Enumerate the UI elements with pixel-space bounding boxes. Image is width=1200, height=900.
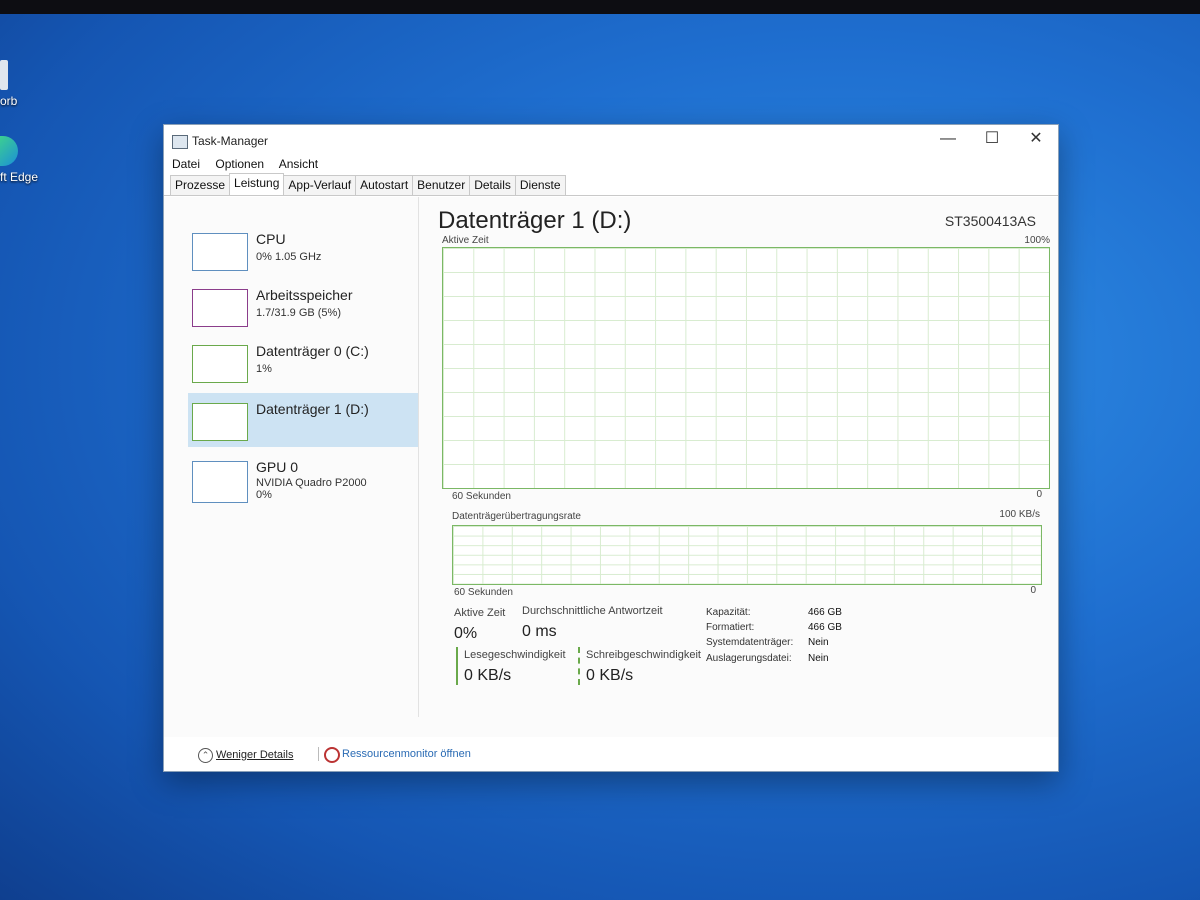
disk-detail-view: Datenträger 1 (D:) ST3500413AS Aktive Ze… [436, 197, 1056, 737]
tab-leistung[interactable]: Leistung [229, 173, 285, 195]
tab-strip: Prozesse Leistung App-Verlauf Autostart … [164, 173, 1058, 196]
graph2-time: 60 Sekunden [454, 587, 513, 598]
memory-thumbnail-graph [192, 289, 248, 327]
property-value: 466 GB [808, 622, 842, 633]
desktop-icon-label: orb [0, 94, 18, 108]
sidebar-item-disk-0[interactable]: Datenträger 0 (C:) 1% [188, 341, 418, 393]
sidebar-item-name: Datenträger 0 (C:) [256, 343, 369, 359]
recycle-bin-icon [0, 60, 8, 90]
sidebar-item-detail: 1.7/31.9 GB (5%) [256, 307, 341, 319]
chevron-up-icon: ⌃ [198, 748, 213, 763]
sidebar-item-cpu[interactable]: CPU 0% 1.05 GHz [188, 229, 418, 281]
menu-optionen[interactable]: Optionen [215, 157, 264, 171]
menu-ansicht[interactable]: Ansicht [279, 157, 318, 171]
graph2-max: 100 KB/s [999, 509, 1040, 520]
transfer-rate-graph [452, 525, 1042, 585]
tab-benutzer[interactable]: Benutzer [412, 175, 471, 195]
disk-1-thumbnail-graph [192, 403, 248, 441]
read-speed-value: 0 KB/s [464, 667, 512, 684]
property-key: Auslagerungsdatei: [706, 653, 792, 664]
sidebar-item-disk-1[interactable]: Datenträger 1 (D:) [188, 393, 418, 447]
title-bar[interactable]: Task-Manager — ☐ ✕ [164, 125, 1058, 157]
read-speed-indicator [456, 647, 458, 685]
tab-dienste[interactable]: Dienste [514, 175, 566, 195]
tab-autostart[interactable]: Autostart [355, 175, 414, 195]
write-speed-label: Schreibgeschwindigkeit [586, 649, 701, 661]
response-time-value: 0 ms [522, 623, 557, 640]
sidebar-item-gpu[interactable]: GPU 0 NVIDIA Quadro P2000 0% [188, 453, 418, 513]
response-time-label: Durchschnittliche Antwortzeit [522, 605, 663, 617]
resource-monitor-link[interactable]: Ressourcenmonitor öffnen [342, 748, 471, 760]
footer-bar: ⌃ Weniger Details Ressourcenmonitor öffn… [164, 737, 1058, 771]
sidebar-item-name: Datenträger 1 (D:) [256, 401, 369, 417]
monitor-bezel [0, 0, 1200, 14]
read-speed-label: Lesegeschwindigkeit [464, 649, 566, 661]
close-button[interactable]: ✕ [1014, 125, 1058, 153]
property-key: Systemdatenträger: [706, 637, 794, 648]
sidebar-item-name: GPU 0 [256, 459, 299, 475]
cpu-thumbnail-graph [192, 233, 248, 271]
property-value: Nein [808, 653, 829, 664]
active-time-graph [442, 247, 1050, 489]
active-time-value: 0% [454, 625, 478, 642]
resource-monitor-icon [324, 747, 340, 763]
graph2-min: 0 [1030, 585, 1036, 596]
graph2-label: Datenträgerübertragungsrate [452, 511, 581, 522]
fewer-details-button[interactable]: Weniger Details [216, 749, 293, 761]
property-value: Nein [808, 637, 829, 648]
desktop-icon-label: ft Edge [0, 170, 39, 184]
property-value: 466 GB [808, 607, 842, 618]
performance-panel: CPU 0% 1.05 GHz Arbeitsspeicher 1.7/31.9… [164, 197, 1058, 737]
tab-details[interactable]: Details [469, 175, 516, 195]
footer-divider [318, 747, 319, 761]
property-key: Kapazität: [706, 607, 751, 618]
menu-bar: Datei Optionen Ansicht [164, 157, 1058, 175]
graph1-max: 100% [1024, 235, 1050, 246]
graph1-label: Aktive Zeit [442, 235, 489, 246]
write-speed-indicator [578, 647, 580, 685]
graph1-time: 60 Sekunden [452, 491, 511, 502]
gpu-thumbnail-graph [192, 461, 248, 503]
tab-app-verlauf[interactable]: App-Verlauf [283, 175, 357, 195]
active-time-label: Aktive Zeit [454, 607, 506, 619]
menu-datei[interactable]: Datei [172, 157, 200, 171]
page-title: Datenträger 1 (D:) [438, 207, 632, 234]
write-speed-value: 0 KB/s [586, 667, 634, 684]
property-key: Formatiert: [706, 622, 755, 633]
window-title: Task-Manager [192, 134, 269, 148]
sidebar-item-detail: 0% 1.05 GHz [256, 251, 322, 263]
disk-model: ST3500413AS [944, 213, 1036, 229]
desktop-icon-edge[interactable]: ft Edge [0, 136, 38, 184]
maximize-button[interactable]: ☐ [970, 125, 1014, 153]
sidebar-item-detail: NVIDIA Quadro P2000 [256, 477, 367, 489]
resource-sidebar: CPU 0% 1.05 GHz Arbeitsspeicher 1.7/31.9… [182, 197, 419, 717]
tab-prozesse[interactable]: Prozesse [170, 175, 231, 195]
task-manager-window: Task-Manager — ☐ ✕ Datei Optionen Ansich… [163, 124, 1059, 772]
sidebar-item-detail: 1% [256, 363, 272, 375]
disk-0-thumbnail-graph [192, 345, 248, 383]
sidebar-item-memory[interactable]: Arbeitsspeicher 1.7/31.9 GB (5%) [188, 285, 418, 337]
sidebar-item-name: CPU [256, 231, 286, 247]
graph1-min: 0 [1036, 489, 1042, 500]
minimize-button[interactable]: — [926, 125, 970, 153]
sidebar-item-name: Arbeitsspeicher [256, 287, 353, 303]
desktop-icon-recycle-bin[interactable]: orb [0, 60, 17, 108]
edge-icon [0, 136, 18, 166]
sidebar-item-detail-2: 0% [256, 489, 272, 501]
task-manager-icon [172, 135, 188, 149]
